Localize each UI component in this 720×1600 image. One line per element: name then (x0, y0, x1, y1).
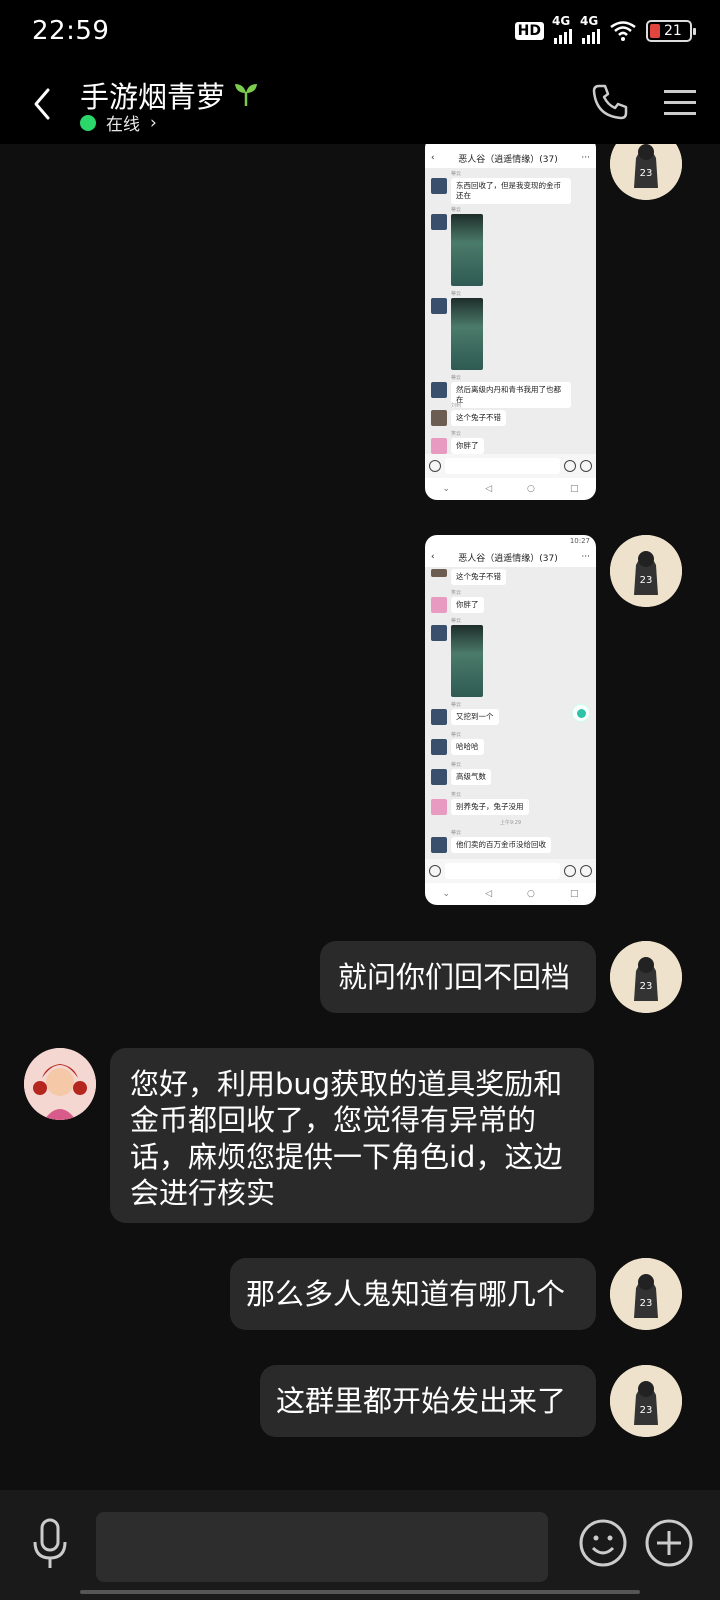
image-message-2[interactable]: 10:27 ‹ 恶人谷（逍遥情缘）(37) ··· 这个兔子不错 笑云 你胖了 蒂… (425, 535, 596, 905)
svg-text:23: 23 (640, 981, 653, 992)
svg-text:23: 23 (640, 575, 653, 586)
home-indicator[interactable] (80, 1590, 640, 1594)
phone-icon[interactable] (590, 82, 630, 122)
online-status[interactable]: 在线 › (80, 110, 157, 135)
avatar[interactable]: 23 (610, 1258, 682, 1330)
menu-icon[interactable] (664, 86, 696, 120)
list-item: 这个兔子不错 (431, 569, 506, 585)
plus-icon[interactable] (644, 1518, 694, 1568)
status-time: 22:59 (32, 16, 110, 46)
shot-more-icon: ··· (581, 153, 590, 163)
shot-floating-icon (572, 704, 590, 722)
shot-status-bar: 10:27 (569, 537, 590, 545)
sprout-icon (235, 84, 257, 106)
battery-icon: 21 (646, 20, 696, 42)
list-item: 蒂云 又挖到一个 (431, 701, 499, 725)
message-bubble[interactable]: 那么多人鬼知道有哪几个 (230, 1258, 596, 1330)
shot-header: ‹ 恶人谷（逍遥情缘）(37) ··· (425, 148, 596, 169)
shot-body: 蒂云 东西回收了，但是我变现的金币还在 蒂云 蒂云 蒂云 然后离级内丹和青书我用了也… (425, 168, 596, 454)
cell-signal-icon: 4G (552, 14, 572, 44)
wifi-icon (610, 21, 636, 41)
cell-signal-2-icon: 4G (580, 14, 600, 44)
chevron-left-icon[interactable] (28, 84, 58, 124)
shot-body: 这个兔子不错 笑云 你胖了 蒂云 蒂云 又挖到一个 蒂云 哈哈哈 蒂云 高级气数 笑云别… (425, 567, 596, 859)
shot-input-bar (425, 454, 596, 478)
list-item: 笑云 你胖了 (431, 430, 484, 454)
svg-text:23: 23 (640, 1405, 653, 1416)
list-item: 刘刺 这个兔子不错 (431, 402, 506, 426)
emoji-icon[interactable] (578, 1518, 628, 1568)
list-item: 蒂云 东西回收了，但是我变现的金币还在 (431, 170, 571, 204)
shot-nav-bar: ⌄ ◁ ○ □ (442, 484, 579, 494)
list-item: 蒂云 他们卖的百万金币没给回收 (431, 829, 551, 853)
chevron-right-icon: › (150, 112, 157, 133)
list-item: 蒂云 哈哈哈 (431, 731, 484, 755)
message-input[interactable] (96, 1512, 548, 1582)
online-dot-icon (80, 114, 96, 131)
shot-timestamp: 上午9:29 (499, 820, 522, 826)
microphone-icon[interactable] (30, 1518, 70, 1570)
message-bubble[interactable]: 这群里都开始发出来了 (260, 1365, 596, 1437)
list-item: 笑云 别养兔子，兔子没用 (431, 791, 529, 815)
message-bubble[interactable]: 就问你们回不回档 (320, 941, 596, 1013)
avatar[interactable]: 23 (610, 941, 682, 1013)
list-item: 蒂云 (431, 617, 483, 697)
chat-header: 手游烟青萝 在线 › (0, 66, 720, 144)
shot-header: ‹ 恶人谷（逍遥情缘）(37) ··· (425, 547, 596, 568)
avatar[interactable]: 23 (610, 1365, 682, 1437)
svg-text:23: 23 (640, 168, 653, 179)
hd-voice-icon: HD (514, 22, 544, 40)
chat-area[interactable]: ‹ 恶人谷（逍遥情缘）(37) ··· 蒂云 东西回收了，但是我变现的金币还在 蒂… (0, 144, 720, 1490)
list-item: 笑云 你胖了 (431, 589, 484, 613)
status-icons: HD 4G 4G 21 (514, 14, 696, 44)
input-bar (0, 1490, 720, 1600)
avatar[interactable] (24, 1048, 96, 1120)
svg-text:23: 23 (640, 1298, 653, 1309)
list-item: 蒂云 (431, 290, 483, 370)
shot-nav-bar: ⌄ ◁ ○ □ (442, 889, 579, 899)
avatar[interactable]: 23 (610, 144, 682, 200)
list-item: 蒂云 (431, 206, 483, 286)
image-message-1[interactable]: ‹ 恶人谷（逍遥情缘）(37) ··· 蒂云 东西回收了，但是我变现的金币还在 蒂… (425, 144, 596, 500)
shot-input-bar (425, 859, 596, 883)
avatar[interactable]: 23 (610, 535, 682, 607)
message-bubble[interactable]: 您好，利用bug获取的道具奖励和金币都回收了，您觉得有异常的话，麻烦您提供一下角… (110, 1048, 594, 1223)
status-bar: 22:59 HD 4G 4G 21 (0, 0, 720, 66)
list-item: 蒂云 高级气数 (431, 761, 491, 785)
shot-more-icon: ··· (581, 552, 590, 562)
